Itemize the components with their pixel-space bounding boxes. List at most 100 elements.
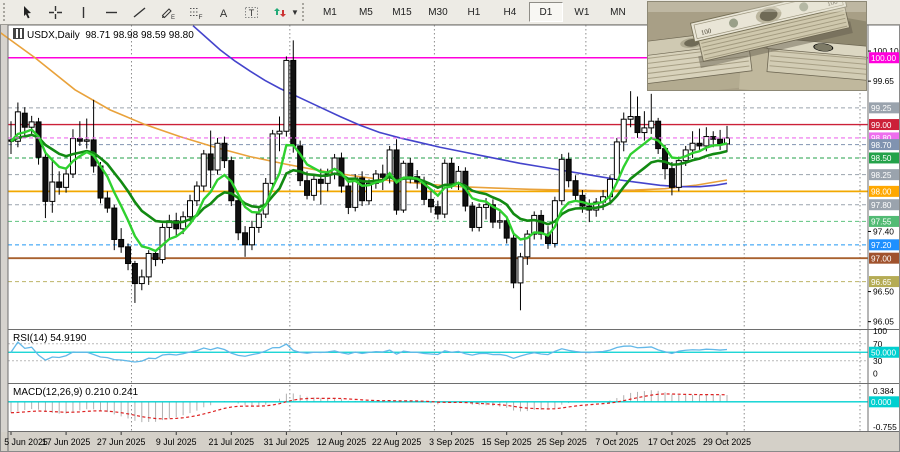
timeframe-button-m5[interactable]: M5 xyxy=(349,2,383,22)
candle-bullish xyxy=(139,277,144,284)
candle-bullish xyxy=(70,139,75,174)
candle-bearish xyxy=(566,159,571,180)
candle-bullish xyxy=(518,257,523,283)
candle-bearish xyxy=(449,163,454,183)
date-label: 27 Jun 2025 xyxy=(97,437,146,447)
candle-bearish xyxy=(318,179,323,183)
candle-bullish xyxy=(277,131,282,134)
candle-bearish xyxy=(539,215,544,234)
price-level-badge: 97.00 xyxy=(871,254,892,263)
price-level-badge: 98.50 xyxy=(871,154,892,163)
rsi-axis-label: 100 xyxy=(873,326,887,336)
price-tick-label: 96.50 xyxy=(873,287,894,297)
price-level-badge: 96.65 xyxy=(871,278,892,287)
timeframe-button-w1[interactable]: W1 xyxy=(565,2,599,22)
candle-bearish xyxy=(112,208,117,239)
symbol-ohlc-text: USDX,Daily 98.71 98.98 98.59 98.80 xyxy=(27,30,194,41)
cursor-tool-icon[interactable] xyxy=(13,1,41,23)
arrows-tool-icon[interactable] xyxy=(265,1,293,23)
candle-bearish xyxy=(243,233,248,245)
price-level-badge: 98.25 xyxy=(871,171,892,180)
rsi-axis-label: 0 xyxy=(873,369,878,379)
candle-bullish xyxy=(614,142,619,179)
money-photo: 100 100 xyxy=(648,2,866,90)
chart-symbol-icon xyxy=(13,28,24,39)
price-level-badge: 97.80 xyxy=(871,201,892,210)
candle-bullish xyxy=(201,154,206,186)
candle-bearish xyxy=(132,264,137,284)
trendline-tool-icon[interactable] xyxy=(125,1,153,23)
candle-bullish xyxy=(690,143,695,150)
timeframe-button-mn[interactable]: MN xyxy=(601,2,635,22)
candle-bullish xyxy=(642,128,647,133)
candle-bullish xyxy=(194,186,199,201)
candle-bearish xyxy=(77,139,82,142)
candle-bullish xyxy=(649,121,654,128)
candle-bearish xyxy=(126,247,131,264)
svg-text:T: T xyxy=(248,8,254,18)
candle-bullish xyxy=(484,205,489,208)
macd-max-label: 0.384 xyxy=(873,386,894,396)
candle-bearish xyxy=(669,169,674,188)
arrows-dropdown-caret-icon[interactable]: ▼ xyxy=(291,8,299,17)
candle-bearish xyxy=(43,157,48,201)
candle-bullish xyxy=(64,174,69,187)
price-level-badge: 97.20 xyxy=(871,241,892,250)
date-label: 31 Jul 2025 xyxy=(264,437,310,447)
macd-indicator-label: MACD(12,26,9) 0.210 0.241 xyxy=(13,387,138,398)
candle-bearish xyxy=(305,181,310,196)
vertical-line-tool-icon[interactable] xyxy=(69,1,97,23)
price-tick-label: 97.40 xyxy=(873,226,894,236)
price-level-badge: 98.70 xyxy=(871,141,892,150)
timeframe-button-d1[interactable]: D1 xyxy=(529,2,563,22)
candle-bearish xyxy=(380,174,385,177)
candle-bearish xyxy=(697,143,702,146)
timeframe-buttons-group: M1M5M15M30H1H4D1W1MN xyxy=(312,0,636,24)
date-label: 22 Aug 2025 xyxy=(372,437,422,447)
candle-bullish xyxy=(621,119,626,142)
toolbar-grip2[interactable] xyxy=(302,3,309,21)
horizontal-line-tool-icon[interactable] xyxy=(97,1,125,23)
price-level-badge: 97.55 xyxy=(871,218,892,227)
candle-bearish xyxy=(222,143,227,160)
date-label: 25 Sep 2025 xyxy=(537,437,587,447)
date-label: 17 Jun 2025 xyxy=(42,437,91,447)
price-level-badge: 100.00 xyxy=(871,54,896,63)
timeframe-button-m15[interactable]: M15 xyxy=(385,2,419,22)
date-label: 9 Jul 2025 xyxy=(156,437,197,447)
text-label-tool-icon[interactable]: T xyxy=(237,1,265,23)
timeframe-button-h1[interactable]: H1 xyxy=(457,2,491,22)
equidistant-channel-tool-icon[interactable]: E xyxy=(153,1,181,23)
candle-bearish xyxy=(57,182,62,187)
symbol-ohlc-label: USDX,Daily 98.71 98.98 98.59 98.80 xyxy=(13,28,194,41)
macd-min-label: -0.755 xyxy=(873,422,897,432)
toolbar-grip[interactable] xyxy=(3,3,10,21)
candle-bullish xyxy=(146,254,151,277)
candle-bullish xyxy=(29,122,34,127)
timeframe-button-m1[interactable]: M1 xyxy=(313,2,347,22)
candle-bullish xyxy=(270,134,275,183)
crosshair-tool-icon[interactable] xyxy=(41,1,69,23)
date-label: 29 Oct 2025 xyxy=(703,437,751,447)
metatrader-window: EFAT▼ M1M5M15M30H1H4D1W1MN 100.1099.6597… xyxy=(0,0,900,452)
candle-bearish xyxy=(718,139,723,144)
price-level-badge: 99.00 xyxy=(871,121,892,130)
candle-bearish xyxy=(656,121,661,148)
price-tick-label: 99.65 xyxy=(873,76,894,86)
candle-bearish xyxy=(105,198,110,208)
candle-bearish xyxy=(291,60,296,146)
timeframe-button-h4[interactable]: H4 xyxy=(493,2,527,22)
candle-bearish xyxy=(208,154,213,170)
svg-text:E: E xyxy=(171,15,175,20)
drawing-tools-group: E FA T ▼ xyxy=(13,0,299,24)
candle-bullish xyxy=(256,214,261,227)
timeframe-button-m30[interactable]: M30 xyxy=(421,2,455,22)
text-tool-icon[interactable]: A xyxy=(209,1,237,23)
candle-bullish xyxy=(84,140,89,141)
candle-bearish xyxy=(428,199,433,206)
candle-bullish xyxy=(188,201,193,217)
date-label: 15 Sep 2025 xyxy=(482,437,532,447)
date-label: 7 Oct 2025 xyxy=(595,437,638,447)
fibonacci-tool-icon[interactable]: F xyxy=(181,1,209,23)
candle-bearish xyxy=(22,113,27,127)
